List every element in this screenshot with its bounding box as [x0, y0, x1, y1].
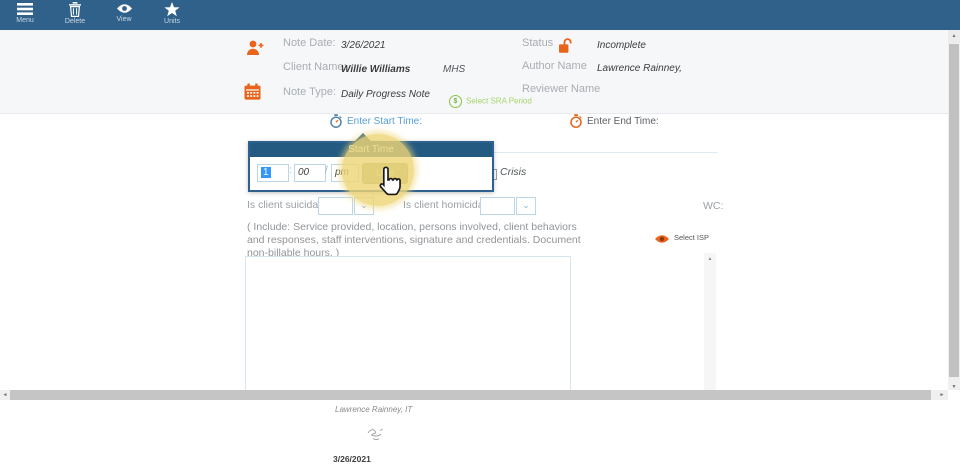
scroll-right-icon[interactable]: ►	[936, 390, 948, 400]
note-type-label: Note Type:	[283, 86, 336, 98]
time-slash: /	[325, 165, 328, 176]
wc-label: WC:	[703, 200, 724, 212]
trash-icon	[53, 2, 97, 17]
dollar-icon: $	[449, 95, 462, 108]
client-name-label: Client Name:	[283, 61, 347, 73]
crisis-label: Crisis	[500, 166, 527, 178]
homicidal-label: Is client homicidal?	[403, 199, 492, 211]
end-stopwatch-icon	[569, 114, 583, 133]
select-isp-link[interactable]: Select ISP	[674, 233, 709, 242]
note-header: Note Date: 3/26/2021 Client Name: Willie…	[0, 30, 948, 114]
client-name-value[interactable]: Willie Williams	[341, 64, 410, 75]
homicidal-chevron-icon[interactable]: ⌄	[516, 197, 536, 215]
use-button[interactable]: Use	[362, 163, 408, 184]
panel-scrollbar[interactable]: ▲	[704, 253, 716, 391]
note-type-value[interactable]: Daily Progress Note	[341, 89, 430, 100]
app-window: Menu Delete View Units Note Date: 3/26/2…	[0, 0, 960, 469]
panel-scroll-up-icon[interactable]: ▲	[704, 253, 716, 262]
note-date-label: Note Date:	[283, 37, 336, 49]
scroll-up-icon[interactable]: ▲	[948, 30, 960, 43]
note-date-value[interactable]: 3/26/2021	[341, 40, 386, 51]
calendar-icon[interactable]	[244, 83, 261, 105]
popup-title: Start Time	[250, 143, 492, 157]
horizontal-scrollbar[interactable]: ◄ ►	[0, 390, 948, 400]
eye-icon	[102, 2, 146, 15]
star-icon	[150, 2, 194, 17]
author-name-value: Lawrence Rainney,	[597, 63, 682, 74]
scroll-left-icon[interactable]: ◄	[0, 390, 10, 400]
delete-label: Delete	[64, 18, 86, 25]
vertical-scroll-thumb[interactable]	[949, 44, 959, 377]
hour-input[interactable]: 1	[257, 164, 289, 182]
status-label: Status	[522, 37, 554, 49]
menu-icon	[3, 2, 47, 16]
menu-button[interactable]: Menu	[3, 2, 47, 24]
section-divider	[492, 152, 718, 153]
menu-label: Menu	[16, 17, 34, 24]
delete-button[interactable]: Delete	[53, 2, 97, 25]
suicidal-chevron-icon[interactable]: ⌄	[354, 197, 374, 215]
select-sra-period-label: Select SRA Period	[466, 96, 532, 106]
suicidal-label: Is client suicidal?	[247, 199, 327, 211]
homicidal-select[interactable]	[480, 197, 515, 215]
units-button[interactable]: Units	[150, 2, 194, 25]
select-sra-period-link[interactable]: $ Select SRA Period	[449, 95, 532, 108]
signature-scribble	[364, 426, 394, 449]
hour-value: 1	[261, 167, 271, 178]
status-value: Incomplete	[597, 40, 646, 51]
toolbar: Menu Delete View Units	[0, 0, 960, 30]
minute-input[interactable]: 00	[294, 164, 326, 182]
popup-pointer	[354, 133, 372, 142]
enter-start-time-link[interactable]: Enter Start Time:	[347, 116, 422, 127]
units-label: Units	[164, 18, 180, 25]
enter-end-time-link[interactable]: Enter End Time:	[587, 116, 659, 127]
note-instructions: ( Include: Service provided, location, p…	[247, 221, 581, 259]
horizontal-scroll-thumb[interactable]	[10, 390, 931, 400]
view-label: View	[116, 16, 132, 23]
author-signature-text: Lawrence Rainney, IT	[335, 405, 413, 414]
signature-date: 3/26/2021	[333, 454, 371, 464]
scroll-down-icon[interactable]: ▼	[948, 381, 960, 394]
time-colon: :	[289, 165, 292, 176]
start-time-popup: Start Time 1 : 00 / pm Use	[248, 141, 494, 192]
add-person-icon	[246, 39, 264, 61]
isp-eye-icon	[654, 231, 670, 249]
unlocked-icon[interactable]	[558, 37, 573, 59]
program-code: MHS	[443, 64, 466, 75]
view-button[interactable]: View	[102, 2, 146, 23]
reviewer-name-label: Reviewer Name	[522, 83, 601, 95]
start-stopwatch-icon	[329, 114, 343, 133]
note-text-area[interactable]	[245, 256, 571, 394]
author-name-label: Author Name	[522, 60, 587, 72]
suicidal-select[interactable]	[318, 197, 353, 215]
meridiem-input[interactable]: pm	[331, 164, 359, 182]
vertical-scrollbar[interactable]: ▲ ▼	[948, 30, 960, 390]
